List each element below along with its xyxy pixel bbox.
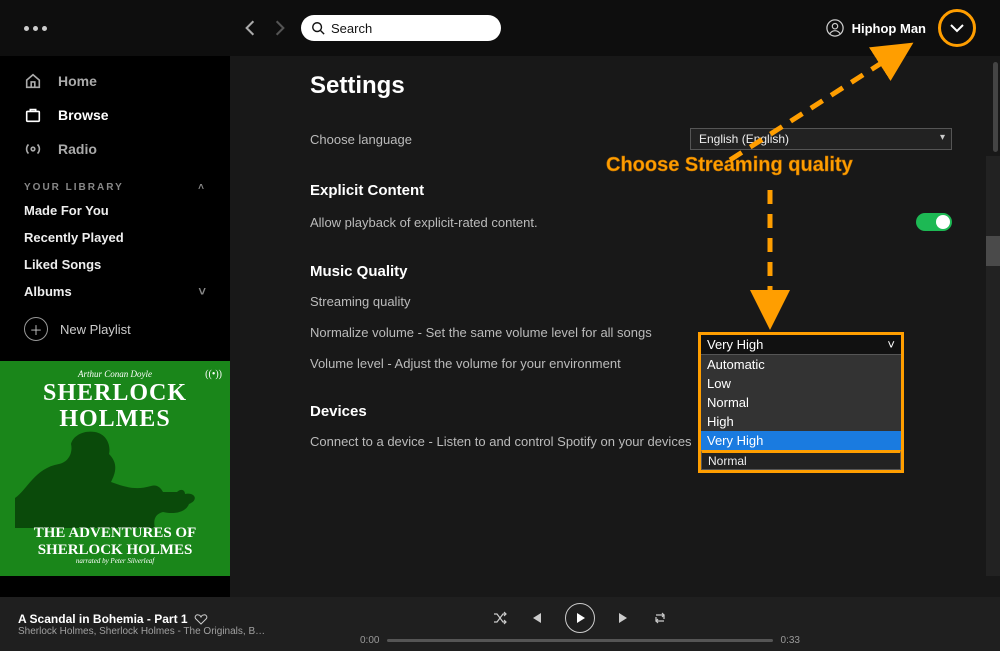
- volume-level-label: Volume level - Adjust the volume for you…: [310, 356, 621, 371]
- prev-button[interactable]: [529, 611, 543, 625]
- search-icon: [311, 21, 325, 35]
- library-item-liked-songs[interactable]: Liked Songs: [0, 251, 230, 278]
- search-placeholder: Search: [331, 21, 372, 36]
- now-playing-cover[interactable]: Arthur Conan Doyle SHERLOCK HOLMES ((•))…: [0, 361, 230, 576]
- streaming-option-automatic[interactable]: Automatic: [701, 355, 901, 374]
- devices-label: Connect to a device - Listen to and cont…: [310, 434, 692, 449]
- streaming-option-very-high[interactable]: Very High: [701, 431, 901, 450]
- window-menu[interactable]: [24, 26, 47, 31]
- music-quality-header: Music Quality: [310, 263, 952, 280]
- explicit-label: Allow playback of explicit-rated content…: [310, 215, 538, 230]
- progress-bar[interactable]: [387, 639, 772, 642]
- chevron-down-icon: ˅: [198, 284, 206, 299]
- account-dropdown-button[interactable]: [938, 9, 976, 47]
- user-icon: [826, 19, 844, 37]
- user-name: Hiphop Man: [852, 21, 926, 36]
- streaming-option-low[interactable]: Low: [701, 374, 901, 393]
- repeat-button[interactable]: [653, 611, 667, 625]
- streaming-selected: Very High: [707, 337, 763, 352]
- cover-author: Arthur Conan Doyle: [6, 369, 224, 379]
- nav-radio[interactable]: Radio: [0, 132, 230, 166]
- nav-back-button[interactable]: [241, 19, 259, 37]
- shuffle-button[interactable]: [493, 611, 507, 625]
- streaming-quality-label: Streaming quality: [310, 294, 410, 309]
- library-item-made-for-you[interactable]: Made For You: [0, 197, 230, 224]
- explicit-header: Explicit Content: [310, 182, 952, 199]
- heart-icon[interactable]: [194, 612, 208, 626]
- track-title[interactable]: A Scandal in Bohemia - Part 1: [18, 612, 188, 626]
- player-bar: A Scandal in Bohemia - Part 1 Sherlock H…: [0, 597, 1000, 651]
- cover-title-a: SHERLOCK: [6, 381, 224, 405]
- chevron-down-icon: ˅: [887, 337, 895, 352]
- user-menu[interactable]: Hiphop Man: [826, 19, 926, 37]
- cover-subtitle: THE ADVENTURES OF SHERLOCK HOLMES narrat…: [0, 525, 230, 566]
- plus-icon: ＋: [24, 317, 48, 341]
- explicit-toggle[interactable]: [916, 213, 952, 231]
- annotation-arrow-1: [700, 40, 930, 170]
- broadcast-icon: ((•)): [205, 369, 222, 380]
- search-input[interactable]: Search: [301, 15, 501, 41]
- outer-scrollbar[interactable]: [993, 62, 998, 152]
- home-icon: [24, 72, 42, 90]
- scrollbar-track: [986, 156, 1000, 576]
- nav-home[interactable]: Home: [0, 64, 230, 98]
- next-button[interactable]: [617, 611, 631, 625]
- play-button[interactable]: [565, 603, 595, 633]
- streaming-quality-select[interactable]: Very High ˅ Automatic Low Normal High Ver…: [698, 332, 904, 473]
- normalize-select[interactable]: Normal: [701, 450, 901, 470]
- scrollbar-thumb[interactable]: [986, 236, 1000, 266]
- browse-icon: [24, 106, 42, 124]
- chevron-down-icon: [949, 20, 965, 36]
- annotation-arrow-2: [750, 185, 790, 335]
- nav-label: Browse: [58, 107, 109, 123]
- nav-browse[interactable]: Browse: [0, 98, 230, 132]
- normalize-label: Normalize volume - Set the same volume l…: [310, 325, 652, 340]
- sidebar: Home Browse Radio YOUR LIBRARY ˄ Made Fo…: [0, 56, 230, 597]
- streaming-option-normal[interactable]: Normal: [701, 393, 901, 412]
- cover-silhouette: [0, 428, 230, 528]
- nav-forward-button[interactable]: [271, 19, 289, 37]
- language-label: Choose language: [310, 132, 412, 147]
- track-artist[interactable]: Sherlock Holmes, Sherlock Holmes - The O…: [18, 626, 278, 637]
- streaming-option-high[interactable]: High: [701, 412, 901, 431]
- time-current: 0:00: [360, 635, 379, 646]
- library-item-recently-played[interactable]: Recently Played: [0, 224, 230, 251]
- nav-label: Radio: [58, 141, 97, 157]
- nav-label: Home: [58, 73, 97, 89]
- library-item-albums[interactable]: Albums˅: [0, 278, 230, 305]
- library-section-title: YOUR LIBRARY ˄: [0, 166, 230, 197]
- radio-icon: [24, 140, 42, 158]
- time-total: 0:33: [781, 635, 800, 646]
- chevron-up-icon[interactable]: ˄: [198, 182, 206, 193]
- new-playlist-button[interactable]: ＋ New Playlist: [0, 305, 230, 353]
